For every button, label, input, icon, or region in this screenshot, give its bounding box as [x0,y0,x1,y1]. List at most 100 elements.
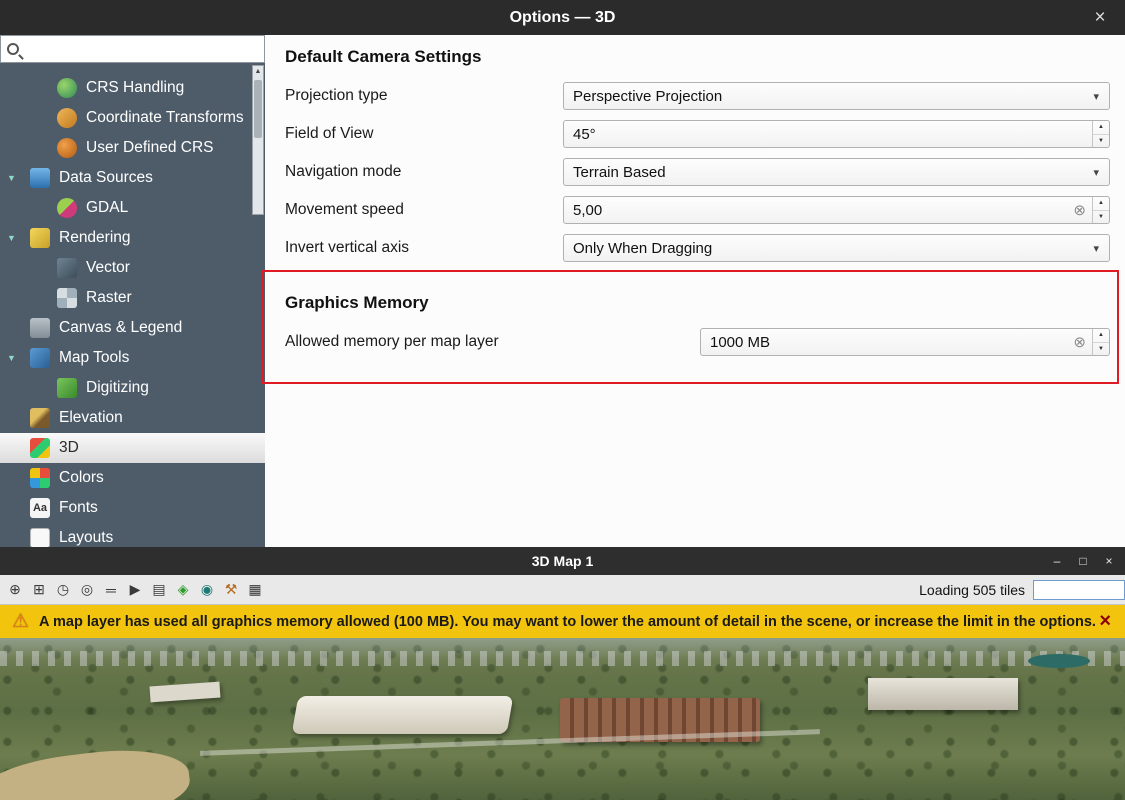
spin-down-icon[interactable]: ▼ [1093,343,1109,356]
scroll-thumb[interactable] [254,80,262,138]
spinner-buttons: ▲ ▼ [1092,121,1109,147]
allowed-memory-value: 1000 MB [710,334,770,351]
sidebar-item-vector[interactable]: Vector [0,253,265,283]
spin-up-icon[interactable]: ▲ [1093,329,1109,343]
navigation-mode-dropdown[interactable]: Terrain Based ▾ [563,158,1110,186]
coordinate-transforms-icon [57,108,77,128]
building [150,682,221,703]
sidebar-item-label: Fonts [59,499,98,517]
sidebar-item-label: Layouts [59,529,113,547]
loading-progress-bar [1033,580,1125,600]
field-of-view-spinner[interactable]: 45° ▲ ▼ [563,120,1110,148]
warning-close-button[interactable]: × [1095,610,1115,633]
sidebar-item-user-defined-crs[interactable]: User Defined CRS [0,133,265,163]
allowed-memory-label: Allowed memory per map layer [285,333,700,351]
movement-speed-spinner[interactable]: 5,00 ⊗ ▲ ▼ [563,196,1110,224]
sidebar-item-digitizing[interactable]: Digitizing [0,373,265,403]
chevron-down-icon: ▾ [1083,90,1109,103]
spinner-buttons: ▲ ▼ [1092,329,1109,355]
vector-icon [57,258,77,278]
projection-type-label: Projection type [285,87,563,105]
spin-down-icon[interactable]: ▼ [1093,135,1109,148]
camera-eye-icon[interactable]: ◉ [196,579,218,601]
pan-camera-icon[interactable]: ⊕ [4,579,26,601]
allowed-memory-row: Allowed memory per map layer 1000 MB ⊗ ▲… [265,323,1125,361]
sidebar-item-label: Vector [86,259,130,277]
sidebar-item-label: 3D [59,439,79,457]
spin-up-icon[interactable]: ▲ [1093,197,1109,211]
spin-down-icon[interactable]: ▼ [1093,211,1109,224]
invert-axis-dropdown[interactable]: Only When Dragging ▾ [563,234,1110,262]
chevron-down-icon: ▾ [1083,166,1109,179]
export-scene-icon[interactable]: ▦ [244,579,266,601]
map-window-titlebar[interactable]: 3D Map 1 – □ × [0,547,1125,575]
measure-line-icon[interactable]: ═ [100,579,122,601]
field-of-view-label: Field of View [285,125,563,143]
sidebar-item-label: Map Tools [59,349,129,367]
sidebar-item-label: GDAL [86,199,128,217]
options-3d-panel: Default Camera Settings Projection type … [265,35,1125,547]
sidebar-item-data-sources[interactable]: ▼ Data Sources [0,163,265,193]
sidebar-item-layouts[interactable]: Layouts [0,523,265,547]
expander-icon[interactable]: ▼ [7,233,16,243]
sidebar-item-label: Coordinate Transforms [86,109,244,127]
sidebar-item-gdal[interactable]: GDAL [0,193,265,223]
sidebar-item-label: Elevation [59,409,123,427]
sidebar-item-raster[interactable]: Raster [0,283,265,313]
settings-sidebar: CRS Handling Coordinate Transforms User … [0,35,265,547]
movement-speed-row: Movement speed 5,00 ⊗ ▲ ▼ [265,191,1125,229]
sidebar-item-canvas-legend[interactable]: Canvas & Legend [0,313,265,343]
invert-axis-label: Invert vertical axis [285,239,563,257]
navigation-mode-row: Navigation mode Terrain Based ▾ [265,153,1125,191]
gdal-icon [57,198,77,218]
pond [1028,654,1090,668]
search-icon [7,43,19,55]
expander-icon[interactable]: ▼ [7,353,16,363]
invert-axis-value: Only When Dragging [573,240,712,257]
play-animation-icon[interactable]: ▶ [124,579,146,601]
sidebar-item-label: CRS Handling [86,79,184,97]
allowed-memory-spinner[interactable]: 1000 MB ⊗ ▲ ▼ [700,328,1110,356]
options-close-button[interactable]: × [1085,0,1115,35]
colors-icon [30,468,50,488]
building [868,678,1018,710]
sidebar-item-coordinate-transforms[interactable]: Coordinate Transforms [0,103,265,133]
sidebar-item-map-tools[interactable]: ▼ Map Tools [0,343,265,373]
sidebar-item-fonts[interactable]: Aa Fonts [0,493,265,523]
spinner-buttons: ▲ ▼ [1092,197,1109,223]
sidebar-item-label: Canvas & Legend [59,319,182,337]
raster-icon [57,288,77,308]
minimize-button[interactable]: – [1047,551,1067,571]
projection-type-dropdown[interactable]: Perspective Projection ▾ [563,82,1110,110]
clear-value-icon[interactable]: ⊗ [1067,201,1092,219]
settings-search-input[interactable] [23,37,264,61]
screen: Options — 3D × CRS Handling Coordinate T… [0,0,1125,800]
effects-icon[interactable]: ◈ [172,579,194,601]
animation-clock-icon[interactable]: ◷ [52,579,74,601]
loading-status: Loading 505 tiles [919,582,1033,598]
sidebar-item-crs-handling[interactable]: CRS Handling [0,73,265,103]
scroll-up-button[interactable]: ▲ [253,66,263,78]
sidebar-scrollbar[interactable]: ▲ [252,65,264,215]
sidebar-item-rendering[interactable]: ▼ Rendering [0,223,265,253]
options-titlebar[interactable]: Options — 3D × [0,0,1125,35]
options-title: Options — 3D [510,9,616,27]
distant-city-band [0,651,1125,666]
settings-wrench-icon[interactable]: ⚒ [220,579,242,601]
save-image-icon[interactable]: ▤ [148,579,170,601]
field-of-view-row: Field of View 45° ▲ ▼ [265,115,1125,153]
expander-icon[interactable]: ▼ [7,173,16,183]
clear-value-icon[interactable]: ⊗ [1067,333,1092,351]
map-window-title: 3D Map 1 [532,553,593,569]
sidebar-item-3d[interactable]: 3D [0,433,265,463]
spin-up-icon[interactable]: ▲ [1093,121,1109,135]
map-close-button[interactable]: × [1099,551,1119,571]
identify-icon[interactable]: ◎ [76,579,98,601]
maximize-button[interactable]: □ [1073,551,1093,571]
sidebar-item-elevation[interactable]: Elevation [0,403,265,433]
movement-speed-value: 5,00 [573,202,602,219]
map-3d-viewport[interactable] [0,638,1125,800]
zoom-full-icon[interactable]: ⊞ [28,579,50,601]
sidebar-item-colors[interactable]: Colors [0,463,265,493]
data-sources-icon [30,168,50,188]
